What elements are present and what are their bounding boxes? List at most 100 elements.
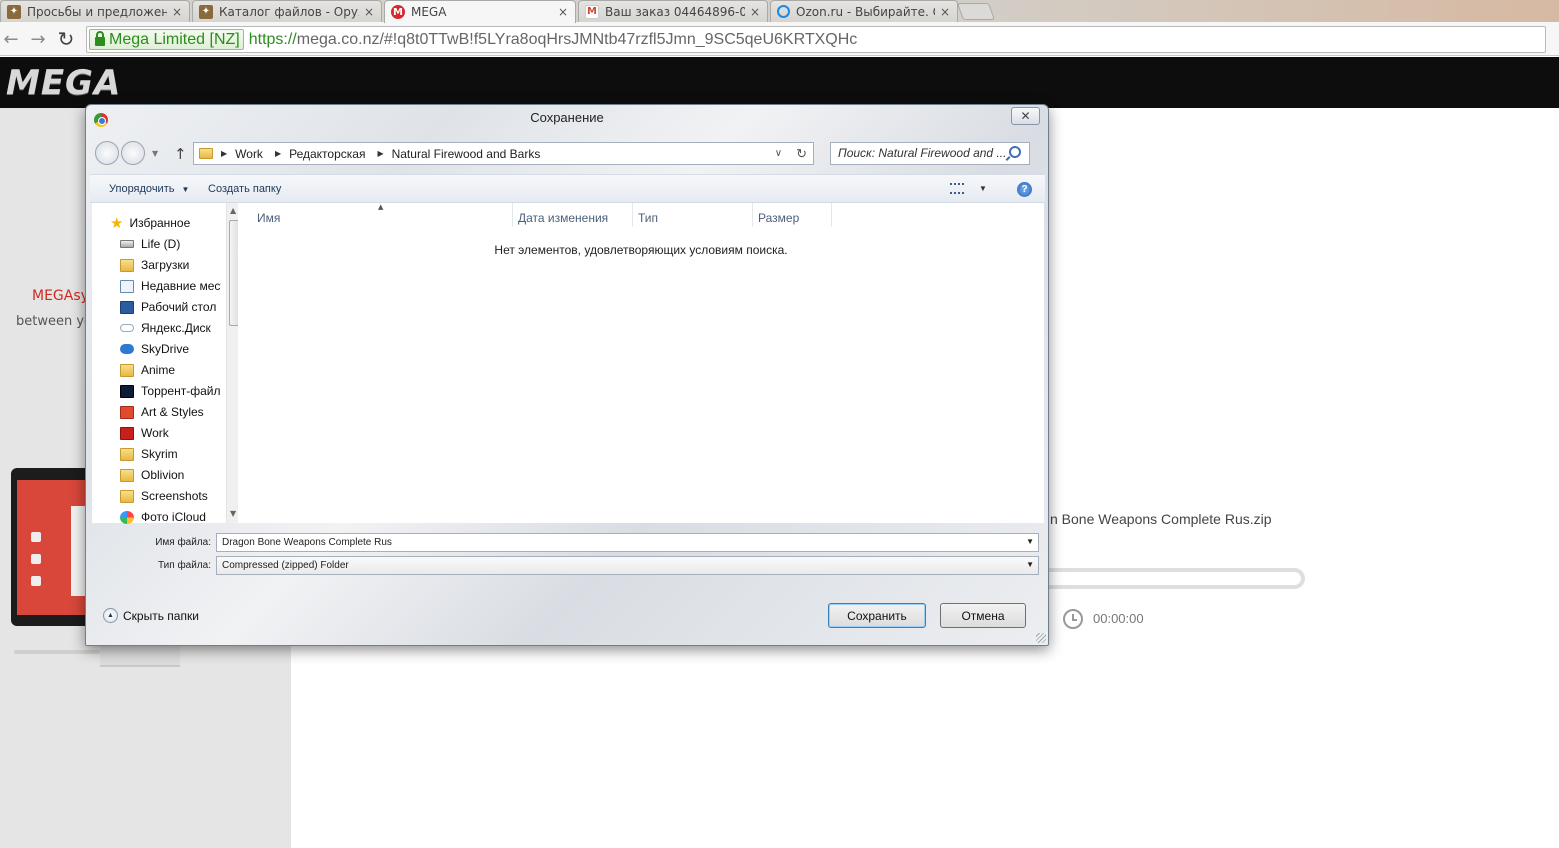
column-divider[interactable] [752,203,753,227]
nav-favorites-label: Избранное [129,216,191,230]
mega-logo[interactable]: MEGA [6,63,121,103]
tab-mega[interactable]: M MEGA × [384,0,576,23]
nav-item-downloads[interactable]: Загрузки [120,255,221,275]
save-button[interactable]: Сохранить [828,603,926,628]
cloud-icon [120,344,134,354]
nav-item-torrents[interactable]: Торрент-файлы [120,381,221,401]
filename-input[interactable]: Dragon Bone Weapons Complete Rus ▼ [216,533,1039,552]
clock-icon [1063,609,1083,629]
nav-item-skyrim[interactable]: Skyrim [120,444,221,464]
tab-title: Ozon.ru - Выбирайте. Он [796,4,935,19]
filetype-label: Тип файла: [158,560,211,571]
address-bar[interactable]: Mega Limited [NZ] https://mega.co.nz/#!q… [86,26,1546,53]
desktop-icon [120,300,134,314]
tab-ozon[interactable]: Ozon.ru - Выбирайте. Он × [770,0,958,22]
reload-icon[interactable]: ↻ [55,27,77,51]
ev-org-name: Mega Limited [NZ] [109,30,240,48]
breadcrumb-editorial[interactable]: Редакторская [289,147,365,161]
nav-item-anime[interactable]: Anime [120,360,221,380]
tab-close-icon[interactable]: × [557,5,569,19]
search-icon[interactable] [1009,146,1021,158]
filetype-select[interactable]: Compressed (zipped) Folder ▼ [216,556,1039,575]
back-forward-group [95,141,147,165]
nav-item-icloud-photos[interactable]: Фото iCloud [120,507,221,527]
nav-item-label: Недавние места [141,279,221,293]
tab-close-icon[interactable]: × [363,5,375,19]
resize-grip[interactable] [1036,633,1046,643]
organize-button[interactable]: Упорядочить ▼ [109,183,189,195]
view-dropdown-icon[interactable]: ▼ [979,184,987,193]
new-folder-button[interactable]: Создать папку [208,183,281,195]
scroll-up-icon[interactable]: ▲ [230,206,236,215]
tab-close-icon[interactable]: × [171,5,183,19]
nav-item-art-styles[interactable]: Art & Styles [120,402,221,422]
tab-title: Каталог файлов - Оружие [219,4,359,19]
nav-item-label: Oblivion [141,468,185,482]
dialog-back-button[interactable] [95,141,119,165]
recent-locations-dropdown-icon[interactable]: ▼ [152,149,158,158]
column-date-modified[interactable]: Дата изменения [518,211,608,225]
refresh-icon[interactable]: ↻ [796,146,807,162]
folder-icon [120,405,134,419]
column-divider[interactable] [512,203,513,227]
ev-certificate-badge[interactable]: Mega Limited [NZ] [89,29,244,50]
laptop-shadow [14,650,100,654]
nav-item-label: Рабочий стол [141,300,217,314]
dialog-search-input[interactable]: Поиск: Natural Firewood and ... [830,142,1030,165]
column-divider[interactable] [831,203,832,227]
back-arrow-icon[interactable]: ← [0,28,22,50]
new-tab-button[interactable] [956,3,996,20]
nav-item-screenshots[interactable]: Screenshots [120,486,221,506]
hide-folders-button[interactable]: ▲ Скрыть папки [103,608,199,623]
filename-dropdown-icon[interactable]: ▼ [1026,537,1034,546]
filetype-value: Compressed (zipped) Folder [222,560,349,571]
column-divider[interactable] [632,203,633,227]
nav-item-life-d[interactable]: Life (D) [120,234,221,254]
nav-item-yandex-disk[interactable]: Яндекс.Диск [120,318,221,338]
file-list: ▲ Имя Дата изменения Тип Размер Нет элем… [238,203,1044,523]
laptop-row-icon [31,532,41,542]
folder-icon [120,447,134,461]
tab-close-icon[interactable]: × [749,5,761,19]
tab-requests[interactable]: ✦ Просьбы и предложения × [0,0,190,22]
tab-file-catalog[interactable]: ✦ Каталог файлов - Оружие × [192,0,382,22]
breadcrumb-arrow-icon[interactable]: ▶ [377,149,383,158]
column-type[interactable]: Тип [638,211,658,225]
dialog-address-bar[interactable]: ▶ Work ▶ Редакторская ▶ Natural Firewood… [193,142,814,165]
nav-item-desktop[interactable]: Рабочий стол [120,297,221,317]
breadcrumb-arrow-icon[interactable]: ▶ [275,149,281,158]
lock-icon [95,30,105,46]
scroll-down-icon[interactable]: ▼ [230,509,236,518]
nav-item-label: Work [141,426,169,440]
forward-arrow-icon[interactable]: → [27,28,49,50]
dialog-forward-button[interactable] [121,141,145,165]
nav-item-work[interactable]: Work [120,423,221,443]
view-options-icon[interactable] [950,183,964,194]
folder-icon [199,148,213,159]
url-text[interactable]: https://mega.co.nz/#!q8t0TTwB!f5LYra8oqH… [249,31,858,49]
up-folder-icon[interactable]: ↑ [174,145,187,163]
nav-item-recent[interactable]: Недавние места [120,276,221,296]
laptop-row-icon [31,576,41,586]
breadcrumb-work[interactable]: Work [235,147,263,161]
filename-value: Dragon Bone Weapons Complete Rus [222,537,392,548]
folder-icon [120,384,134,398]
navigation-pane: ★ Избранное Life (D) Загрузки Недавние м… [92,203,243,524]
breadcrumb-arrow-icon[interactable]: ▶ [221,149,227,158]
tab-close-icon[interactable]: × [939,5,951,19]
nav-item-oblivion[interactable]: Oblivion [120,465,221,485]
filetype-dropdown-icon[interactable]: ▼ [1026,560,1034,569]
hide-folders-label: Скрыть папки [123,608,199,623]
column-name[interactable]: Имя [257,211,280,225]
nav-item-label: Life (D) [141,237,181,251]
drive-icon [120,240,134,248]
help-icon[interactable]: ? [1017,182,1032,197]
nav-favorites[interactable]: ★ Избранное [110,213,220,233]
breadcrumb-current[interactable]: Natural Firewood and Barks [392,147,541,161]
dialog-close-button[interactable]: ✕ [1011,107,1040,125]
cancel-button[interactable]: Отмена [940,603,1026,628]
column-size[interactable]: Размер [758,211,799,225]
tab-gmail-order[interactable]: M Ваш заказ 04464896-0216 × [578,0,768,22]
address-dropdown-icon[interactable]: ∨ [775,148,782,159]
nav-item-skydrive[interactable]: SkyDrive [120,339,221,359]
